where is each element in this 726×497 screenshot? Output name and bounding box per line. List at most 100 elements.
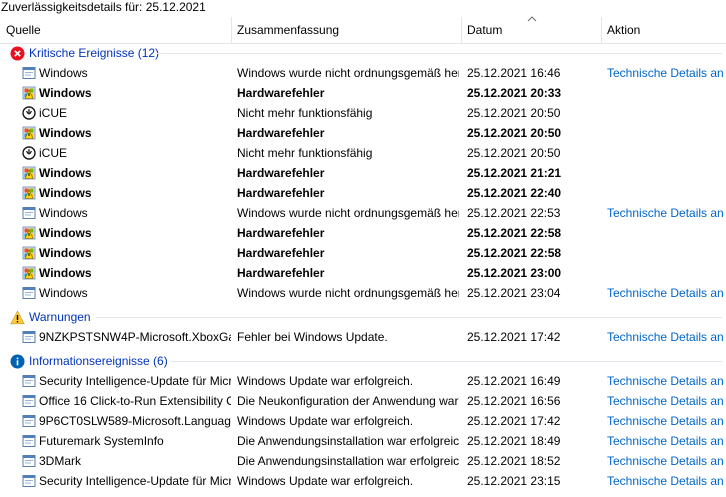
row-date: 25.12.2021 17:42 [467,414,561,428]
table-row[interactable]: iCUE Nicht mehr funktionsfähig 25.12.2021 … [0,103,726,123]
table-row[interactable]: Windows Hardwarefehler 25.12.2021 20:50 [0,123,726,143]
row-summary: Hardwarefehler [237,226,325,240]
row-source: 3DMark [39,454,82,468]
row-source: Windows [39,166,92,180]
row-source: iCUE [39,146,68,160]
technical-details-link[interactable]: Technische Details anzeigen [607,451,724,471]
group-header-information[interactable]: Informationsereignisse (6) [0,351,726,371]
technical-details-link[interactable]: Technische Details anzeigen [607,431,724,451]
group-header-warnings[interactable]: Warnungen [0,307,726,327]
table-row[interactable]: Futuremark SystemInfo Die Anwendungsinsta… [0,431,726,451]
row-source: Windows [39,266,92,280]
window-app-icon [22,206,36,220]
table-row[interactable]: Windows Hardwarefehler 25.12.2021 21:21 [0,163,726,183]
row-summary: Hardwarefehler [237,166,325,180]
technical-details-link[interactable]: Technische Details anzeigen [607,203,724,223]
row-source: Futuremark SystemInfo [39,434,164,448]
row-summary: Windows wurde nicht ordnungsgemäß herunt… [237,66,459,80]
row-source: Windows [39,206,88,220]
row-date: 25.12.2021 22:58 [467,226,562,240]
table-row[interactable]: Office 16 Click-to-Run Extensibility Com… [0,391,726,411]
table-row[interactable]: 9P6CT0SLW589-Microsoft.LanguageExperienc… [0,411,726,431]
info-icon [10,354,25,369]
table-row[interactable]: Windows Hardwarefehler 25.12.2021 20:33 [0,83,726,103]
row-summary: Fehler bei Windows Update. [237,330,388,344]
window-app-icon [22,454,36,468]
row-summary: Windows Update war erfolgreich. [237,374,414,388]
sort-ascending-icon [527,16,537,22]
warning-icon [10,310,25,325]
column-header-summary[interactable]: Zusammenfassung [231,17,461,43]
row-source: Office 16 Click-to-Run Extensibility Com… [39,394,231,408]
technical-details-link[interactable]: Technische Details anzeigen [607,371,724,391]
row-summary: Die Anwendungsinstallation war erfolgrei… [237,454,459,468]
group-label: Warnungen [29,310,91,324]
row-date: 25.12.2021 16:56 [467,394,561,408]
group-label: Kritische Ereignisse (12) [29,46,160,60]
technical-details-link[interactable]: Technische Details anzeigen [607,63,724,83]
group-divider [157,53,722,54]
group-divider [96,317,722,318]
row-summary: Nicht mehr funktionsfähig [237,106,373,120]
table-row[interactable]: Windows Windows wurde nicht ordnungsgemäß… [0,283,726,303]
column-header-action[interactable]: Aktion [601,17,726,43]
table-row[interactable]: Windows Hardwarefehler 25.12.2021 22:58 [0,223,726,243]
group-divider [170,361,722,362]
table-row[interactable]: Windows Windows wurde nicht ordnungsgemäß… [0,203,726,223]
window-app-icon [22,414,36,428]
technical-details-link[interactable]: Technische Details anzeigen [607,327,724,347]
row-summary: Hardwarefehler [237,266,325,280]
windows-shield-icon [22,86,36,100]
window-app-icon [22,286,36,300]
row-date: 25.12.2021 16:46 [467,66,561,80]
row-summary: Hardwarefehler [237,126,325,140]
windows-shield-icon [22,166,36,180]
window-app-icon [22,330,36,344]
row-source: Windows [39,226,92,240]
window-app-icon [22,374,36,388]
windows-shield-icon [22,186,36,200]
row-date: 25.12.2021 18:49 [467,434,561,448]
technical-details-link[interactable]: Technische Details anzeigen [607,391,724,411]
row-summary: Hardwarefehler [237,246,325,260]
technical-details-link[interactable]: Technische Details anzeigen [607,411,724,431]
table-row[interactable]: Windows Hardwarefehler 25.12.2021 22:58 [0,243,726,263]
icue-icon [22,106,36,120]
windows-shield-icon [22,226,36,240]
row-summary: Hardwarefehler [237,86,325,100]
row-date: 25.12.2021 22:40 [467,186,562,200]
row-source: Security Intelligence-Update für Microso… [39,374,231,388]
table-row[interactable]: 9NZKPSTSNW4P-Microsoft.XboxGamingOverlay… [0,327,726,347]
row-date: 25.12.2021 16:49 [467,374,561,388]
row-date: 25.12.2021 20:50 [467,126,562,140]
window-app-icon [22,394,36,408]
table-row[interactable]: 3DMark Die Anwendungsinstallation war erf… [0,451,726,471]
row-date: 25.12.2021 23:04 [467,286,561,300]
row-source: Windows [39,186,92,200]
technical-details-link[interactable]: Technische Details anzeigen [607,283,724,303]
row-summary: Hardwarefehler [237,186,325,200]
table-row[interactable]: Security Intelligence-Update für Microso… [0,371,726,391]
row-source: Security Intelligence-Update für Microso… [39,474,231,488]
row-source: Windows [39,286,88,300]
table-row[interactable]: Windows Windows wurde nicht ordnungsgemäß… [0,63,726,83]
row-date: 25.12.2021 22:58 [467,246,562,260]
row-source: iCUE [39,106,68,120]
column-header: Quelle Zusammenfassung Datum Aktion [0,16,726,44]
error-icon [10,46,25,61]
table-row[interactable]: iCUE Nicht mehr funktionsfähig 25.12.2021 … [0,143,726,163]
window-app-icon [22,434,36,448]
event-list[interactable]: Kritische Ereignisse (12) Windows Windows … [0,42,726,497]
window-app-icon [22,474,36,488]
technical-details-link[interactable]: Technische Details anzeigen [607,471,724,491]
row-date: 25.12.2021 17:42 [467,330,561,344]
column-header-source[interactable]: Quelle [0,17,231,43]
row-date: 25.12.2021 21:21 [467,166,562,180]
table-row[interactable]: Windows Hardwarefehler 25.12.2021 23:00 [0,263,726,283]
table-row[interactable]: Security Intelligence-Update für Microso… [0,471,726,491]
group-header-critical[interactable]: Kritische Ereignisse (12) [0,43,726,63]
window-app-icon [22,66,36,80]
row-date: 25.12.2021 18:52 [467,454,561,468]
row-source: 9P6CT0SLW589-Microsoft.LanguageExperienc… [39,414,231,428]
table-row[interactable]: Windows Hardwarefehler 25.12.2021 22:40 [0,183,726,203]
